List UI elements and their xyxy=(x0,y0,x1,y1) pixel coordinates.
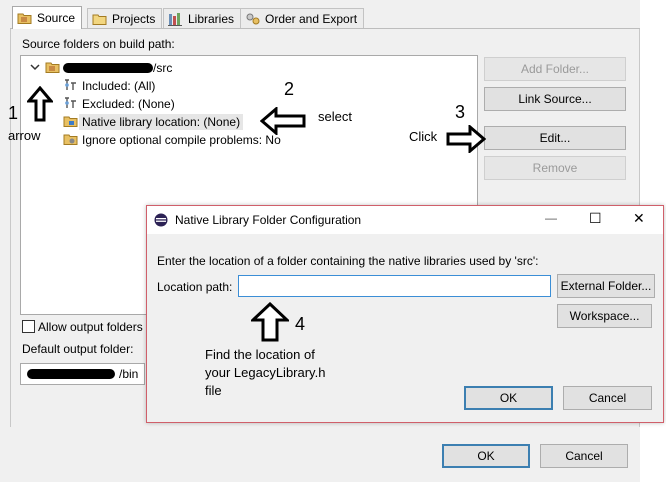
tree-item-excluded[interactable]: Excluded: (None) xyxy=(63,95,178,113)
annotation-number-1: 1 xyxy=(8,103,19,123)
link-source-button[interactable]: Link Source... xyxy=(484,87,626,111)
tree-item-label: Excluded: (None) xyxy=(82,97,175,111)
dialog-titlebar: Native Library Folder Configuration — ☐ … xyxy=(147,206,663,234)
allow-output-folders-checkbox[interactable] xyxy=(22,320,35,333)
annotation-number-4: 4 xyxy=(295,314,306,334)
dialog-title: Native Library Folder Configuration xyxy=(175,213,362,227)
annotation-right-arrow-icon xyxy=(446,123,487,156)
annotation-number-2: 2 xyxy=(284,79,295,99)
dialog-ok-button[interactable]: OK xyxy=(464,386,553,410)
native-library-folder-dialog: Native Library Folder Configuration — ☐ … xyxy=(146,205,664,423)
main-cancel-button[interactable]: Cancel xyxy=(540,444,628,468)
projects-icon xyxy=(92,12,108,26)
redacted-project-name xyxy=(63,63,153,73)
tab-label: Projects xyxy=(112,12,156,26)
tree-item-native-library-location[interactable]: Native library location: (None) xyxy=(63,113,244,131)
annotation-find-line2: your LegacyLibrary.h xyxy=(205,365,326,380)
tab-order-and-export[interactable]: Order and Export xyxy=(240,8,365,29)
tree-item-label: Included: (All) xyxy=(82,79,156,93)
tab-label: Libraries xyxy=(188,12,235,26)
annotation-find-line1: Find the location of xyxy=(205,347,315,362)
settings-icon xyxy=(63,132,79,149)
tab-projects[interactable]: Projects xyxy=(87,8,163,29)
package-folder-icon xyxy=(45,60,61,77)
dialog-prompt: Enter the location of a folder containin… xyxy=(157,254,539,268)
annotation-left-arrow-icon xyxy=(259,105,306,138)
tree-item-ignore-optional[interactable]: Ignore optional compile problems: No xyxy=(63,131,284,149)
source-folders-heading: Source folders on build path: xyxy=(22,37,175,51)
default-output-folder-label: Default output folder: xyxy=(22,342,134,356)
location-path-input[interactable] xyxy=(238,275,551,297)
filter-icon xyxy=(63,78,79,95)
libraries-icon xyxy=(168,12,184,26)
allow-output-folders-label: Allow output folders xyxy=(38,320,143,334)
tree-root-row[interactable]: /src xyxy=(29,59,175,77)
maximize-icon[interactable]: ☐ xyxy=(589,210,602,227)
chevron-down-icon[interactable] xyxy=(29,61,41,75)
workspace-button[interactable]: Workspace... xyxy=(557,304,652,328)
eclipse-icon xyxy=(154,213,168,230)
annotation-click-label: Click xyxy=(409,129,438,144)
minimize-icon[interactable]: — xyxy=(545,211,557,225)
add-folder-button[interactable]: Add Folder... xyxy=(484,57,626,81)
tree-item-label: Ignore optional compile problems: No xyxy=(82,133,281,147)
main-ok-button[interactable]: OK xyxy=(442,444,530,468)
native-library-icon xyxy=(63,114,79,131)
filter-icon xyxy=(63,96,79,113)
tree-item-included[interactable]: Included: (All) xyxy=(63,77,158,95)
output-folder-suffix: /bin xyxy=(119,367,139,381)
tab-bar: Source Projects Libraries Order and Expo… xyxy=(0,0,640,30)
annotation-up-arrow-icon-4 xyxy=(249,301,291,345)
dialog-cancel-button[interactable]: Cancel xyxy=(563,386,652,410)
tab-divider xyxy=(10,28,640,29)
tab-source[interactable]: Source xyxy=(12,6,83,29)
edit-button[interactable]: Edit... xyxy=(484,126,626,150)
tab-label: Source xyxy=(37,11,76,25)
tab-libraries[interactable]: Libraries xyxy=(163,8,242,29)
default-output-folder-field[interactable]: /bin xyxy=(20,363,145,385)
external-folder-button[interactable]: External Folder... xyxy=(557,274,655,298)
tab-label: Order and Export xyxy=(265,12,358,26)
annotation-number-3: 3 xyxy=(455,102,466,122)
close-icon[interactable]: ✕ xyxy=(633,210,645,227)
annotation-up-arrow-icon xyxy=(25,85,55,125)
annotation-arrow-label: arrow xyxy=(8,128,41,143)
location-path-label: Location path: xyxy=(157,280,233,294)
tree-root-suffix: /src xyxy=(153,61,173,75)
annotation-find-line3: file xyxy=(205,383,222,398)
order-export-icon xyxy=(245,12,261,26)
source-folder-icon xyxy=(17,11,33,25)
tree-item-label: Native library location: (None) xyxy=(79,114,244,130)
annotation-select-label: select xyxy=(318,109,352,124)
redacted-output-path xyxy=(27,369,115,379)
remove-button[interactable]: Remove xyxy=(484,156,626,180)
